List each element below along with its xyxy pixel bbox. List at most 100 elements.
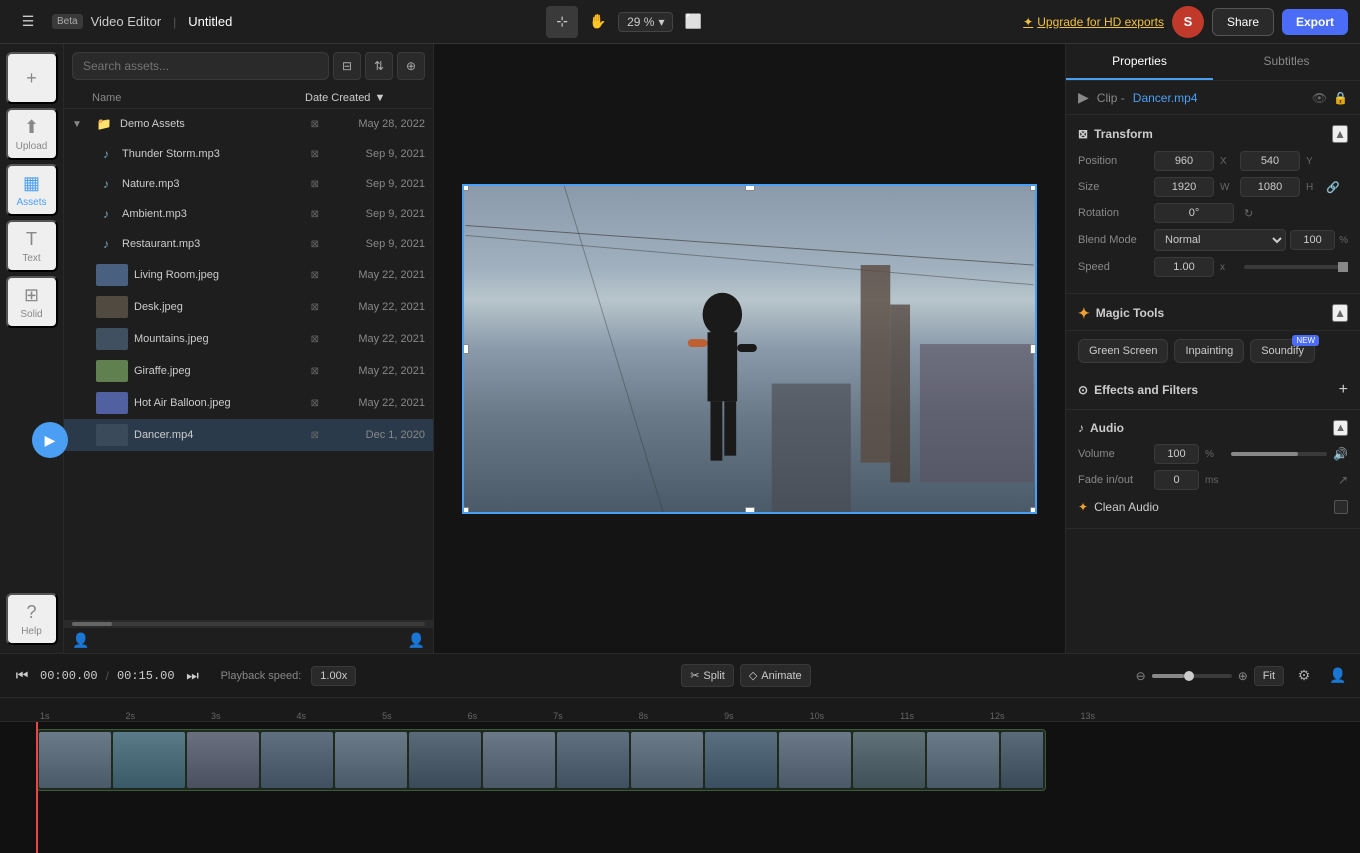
play-button[interactable]: ▶ <box>32 422 68 458</box>
list-item[interactable]: Desk.jpeg ⊠ May 22, 2021 <box>64 291 433 323</box>
clip-eye-btn[interactable]: 👁 <box>1312 91 1327 105</box>
list-item[interactable]: ♪ Ambient.mp3 ⊠ Sep 9, 2021 <box>64 199 433 229</box>
split-btn[interactable]: ✂ Split <box>681 664 734 687</box>
filter-btn[interactable]: ⊟ <box>333 52 361 80</box>
list-item[interactable]: ▼ 📁 Demo Assets ⊠ May 28, 2022 <box>64 109 433 139</box>
speed-input[interactable] <box>1154 257 1214 277</box>
tl-total-time: 00:15.00 <box>117 669 175 683</box>
asset-date: May 22, 2021 <box>325 397 425 409</box>
assets-label: Assets <box>16 197 46 208</box>
select-tool-btn[interactable]: ⊹ <box>546 6 578 38</box>
tl-settings-btn[interactable]: ⚙ <box>1290 662 1318 690</box>
handle-bottom-right[interactable] <box>1030 507 1037 514</box>
green-screen-btn[interactable]: Green Screen <box>1078 339 1168 363</box>
clip-lock-btn[interactable]: 🔒 <box>1333 91 1348 105</box>
speed-slider[interactable] <box>1244 265 1348 269</box>
search-input[interactable] <box>72 52 329 80</box>
clip-frame <box>335 732 407 788</box>
audio-icon: ♪ <box>96 204 116 224</box>
tl-skip-forward-btn[interactable]: ⏭ <box>179 662 207 690</box>
sidebar-assets-btn[interactable]: ▦ Assets <box>6 164 58 216</box>
fit-btn[interactable]: Fit <box>1254 666 1284 686</box>
hand-tool-btn[interactable]: ✋ <box>582 6 614 38</box>
zoom-track[interactable] <box>1152 674 1232 678</box>
fade-icon-btn[interactable]: ↗ <box>1338 473 1348 487</box>
handle-mid-right[interactable] <box>1030 344 1037 354</box>
sidebar-solid-btn[interactable]: ⊞ Solid <box>6 276 58 328</box>
rotation-input[interactable] <box>1154 203 1234 223</box>
video-clip[interactable] <box>36 729 1046 791</box>
list-item[interactable]: Dancer.mp4 ⊠ Dec 1, 2020 <box>64 419 433 451</box>
lock-aspect-icon[interactable]: 🔗 <box>1326 181 1340 194</box>
col-date-header[interactable]: Date Created ▼ <box>305 92 425 104</box>
clip-actions: 👁 🔒 <box>1312 91 1348 105</box>
position-y-input[interactable] <box>1240 151 1300 171</box>
zoom-thumb[interactable] <box>1184 671 1194 681</box>
tl-user-btn[interactable]: 👤 <box>1324 662 1352 690</box>
menu-icon[interactable]: ☰ <box>12 6 44 38</box>
pin-icon: ⊠ <box>311 149 319 160</box>
list-item[interactable]: Hot Air Balloon.jpeg ⊠ May 22, 2021 <box>64 387 433 419</box>
handle-bottom-left[interactable] <box>462 507 469 514</box>
effects-add-btn[interactable]: + <box>1339 381 1348 399</box>
fade-input[interactable] <box>1154 470 1199 490</box>
sidebar-add-btn[interactable]: + <box>6 52 58 104</box>
size-h-input[interactable] <box>1240 177 1300 197</box>
user-avatar[interactable]: S <box>1172 6 1204 38</box>
aspect-ratio-btn[interactable]: ⬜ <box>677 6 709 38</box>
sidebar-upload-btn[interactable]: ⬆ Upload <box>6 108 58 160</box>
animate-btn[interactable]: ◇ Animate <box>740 664 811 687</box>
share-button[interactable]: Share <box>1212 8 1274 36</box>
more-btn[interactable]: ⊕ <box>397 52 425 80</box>
tl-skip-back-btn[interactable]: ⏮ <box>8 662 36 690</box>
handle-bottom-mid[interactable] <box>745 507 755 514</box>
handle-mid-left[interactable] <box>462 344 469 354</box>
asset-panel: ⊟ ⇅ ⊕ Name Date Created ▼ ▼ 📁 Demo Asset… <box>64 44 434 653</box>
tab-subtitles[interactable]: Subtitles <box>1213 44 1360 80</box>
rotation-curve-icon: ↻ <box>1244 207 1253 220</box>
list-item[interactable]: Giraffe.jpeg ⊠ May 22, 2021 <box>64 355 433 387</box>
audio-collapse-btn[interactable]: ▲ <box>1333 420 1348 436</box>
asset-scrollbar[interactable] <box>64 620 433 628</box>
transform-collapse-btn[interactable]: ▲ <box>1332 125 1348 143</box>
list-item[interactable]: ♪ Nature.mp3 ⊠ Sep 9, 2021 <box>64 169 433 199</box>
list-item[interactable]: Living Room.jpeg ⊠ May 22, 2021 <box>64 259 433 291</box>
export-button[interactable]: Export <box>1282 9 1348 35</box>
upgrade-btn[interactable]: ✦ Upgrade for HD exports <box>1023 15 1164 29</box>
list-item[interactable]: ♪ Thunder Storm.mp3 ⊠ Sep 9, 2021 <box>64 139 433 169</box>
zoom-plus-icon[interactable]: ⊕ <box>1238 669 1248 683</box>
new-badge: NEW <box>1292 335 1319 346</box>
list-item[interactable]: Mountains.jpeg ⊠ May 22, 2021 <box>64 323 433 355</box>
volume-input[interactable] <box>1154 444 1199 464</box>
playback-speed-btn[interactable]: 1.00x <box>311 666 356 686</box>
playhead[interactable] <box>36 722 38 853</box>
blend-pct-input[interactable] <box>1290 230 1335 250</box>
solid-label: Solid <box>20 309 42 320</box>
volume-slider[interactable] <box>1231 452 1327 456</box>
ruler-mark: 11s <box>900 711 914 721</box>
ruler-mark: 4s <box>297 711 307 721</box>
clean-audio-checkbox[interactable] <box>1334 500 1348 514</box>
tab-properties[interactable]: Properties <box>1066 44 1213 80</box>
magic-tools-label: ✦ Magic Tools <box>1078 305 1164 322</box>
zoom-minus-icon[interactable]: ⊖ <box>1136 669 1146 683</box>
magic-tools-collapse-btn[interactable]: ▲ <box>1332 304 1348 322</box>
sidebar-help-btn[interactable]: ? Help <box>6 593 58 645</box>
position-x-input[interactable] <box>1154 151 1214 171</box>
list-item[interactable]: ♪ Restaurant.mp3 ⊠ Sep 9, 2021 <box>64 229 433 259</box>
sidebar-text-btn[interactable]: T Text <box>6 220 58 272</box>
timeline-tracks <box>0 722 1360 853</box>
ruler-mark: 13s <box>1081 711 1096 721</box>
zoom-control[interactable]: 29 % ▾ <box>618 12 673 32</box>
split-icon: ✂ <box>690 669 699 682</box>
soundify-wrapper: Soundify NEW <box>1250 339 1315 363</box>
sort-btn[interactable]: ⇅ <box>365 52 393 80</box>
inpainting-btn[interactable]: Inpainting <box>1174 339 1244 363</box>
size-row: Size W H 🔗 <box>1078 177 1348 197</box>
handle-top-left[interactable] <box>462 184 469 191</box>
blend-mode-select[interactable]: Normal Multiply Screen Overlay <box>1154 229 1286 251</box>
audio-mute-btn[interactable]: 🔊 <box>1333 447 1348 461</box>
handle-top-mid[interactable] <box>745 184 755 191</box>
handle-top-right[interactable] <box>1030 184 1037 191</box>
size-w-input[interactable] <box>1154 177 1214 197</box>
